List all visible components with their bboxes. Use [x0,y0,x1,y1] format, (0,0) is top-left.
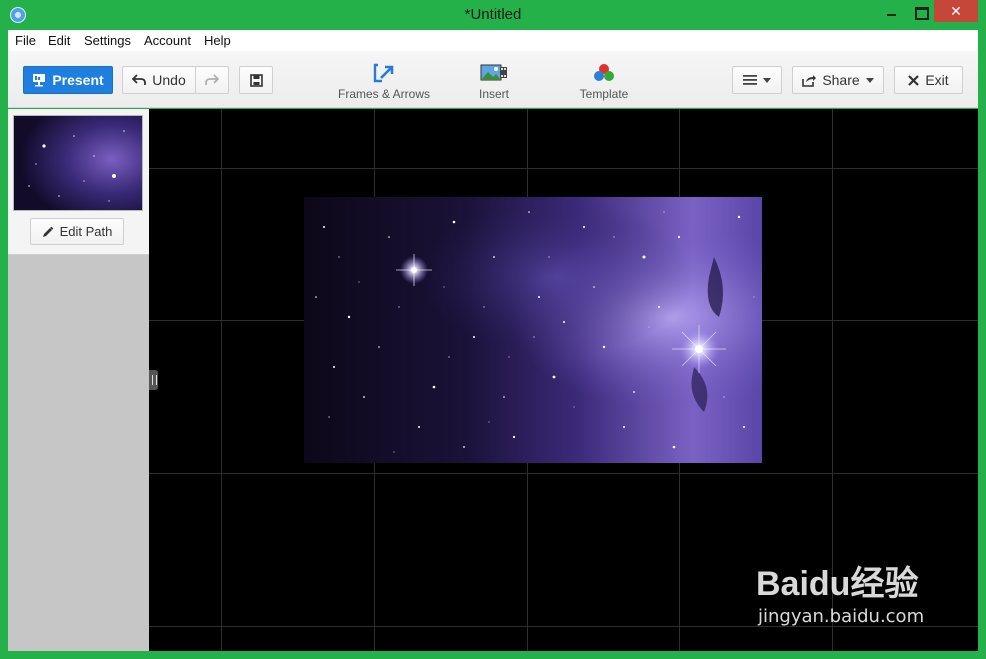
edit-path-button[interactable]: Edit Path [30,218,124,245]
frame-list: Edit Path [8,109,149,255]
frames-arrows-label: Frames & Arrows [338,87,431,101]
galaxy-image[interactable] [304,197,762,463]
close-window-button[interactable]: ✕ [934,0,978,22]
frames-sidebar: Edit Path [8,109,149,651]
edit-path-label: Edit Path [59,224,113,239]
menu-account[interactable]: Account [144,33,191,48]
caret-down-icon [865,77,874,83]
title-bar: *Untitled ✕ [0,0,986,30]
watermark: Baidu经验 jingyan.baidu.com [756,556,924,627]
share-button[interactable]: Share [792,66,884,94]
app-window: *Untitled ✕ File Edit Settings Account H… [0,0,986,659]
frame-thumbnail[interactable] [13,115,143,211]
sidebar-collapse-handle[interactable] [149,370,158,390]
window-title: *Untitled [464,6,522,23]
template-label: Template [579,87,629,101]
exit-button[interactable]: Exit [894,66,963,94]
watermark-logo: Baidu经验 [756,565,919,603]
menu-edit[interactable]: Edit [48,33,70,48]
save-icon [249,73,263,87]
share-label: Share [822,72,860,88]
minimize-button[interactable] [878,0,906,22]
maximize-button[interactable] [906,0,934,22]
template-tool[interactable]: Template [574,63,634,101]
insert-label: Insert [478,87,509,101]
grid-line [149,473,978,474]
redo-icon [205,74,219,85]
undo-label: Undo [152,72,186,88]
galaxy-picture [304,197,762,463]
insert-tool[interactable]: Insert [470,63,518,101]
grid-line [221,109,222,651]
template-icon [594,64,614,81]
exit-label: Exit [925,72,949,88]
toolbar: Present Undo Frames & Arrows Insert Temp… [8,51,978,108]
caret-down-icon [763,77,771,83]
watermark-url: jingyan.baidu.com [758,606,925,627]
menu-help[interactable]: Help [204,33,231,48]
insert-media-icon [480,64,507,81]
frames-arrows-tool[interactable]: Frames & Arrows [338,63,430,101]
present-label: Present [52,72,104,88]
save-button[interactable] [239,66,273,94]
grid-line [149,168,978,169]
redo-button[interactable] [195,66,229,94]
menu-file[interactable]: File [15,33,36,48]
undo-button[interactable]: Undo [122,66,196,94]
frames-arrows-icon [373,63,394,83]
menu-bar: File Edit Settings Account Help [8,30,978,51]
x-icon [908,74,920,86]
menu-settings[interactable]: Settings [84,33,131,48]
presentation-icon [33,74,46,87]
pencil-icon [42,226,53,237]
undo-icon [132,74,147,85]
share-icon [802,74,817,87]
present-button[interactable]: Present [23,66,113,94]
frame-thumbnail-image [14,116,142,210]
hamburger-icon [743,75,757,85]
more-menu-button[interactable] [732,66,782,94]
